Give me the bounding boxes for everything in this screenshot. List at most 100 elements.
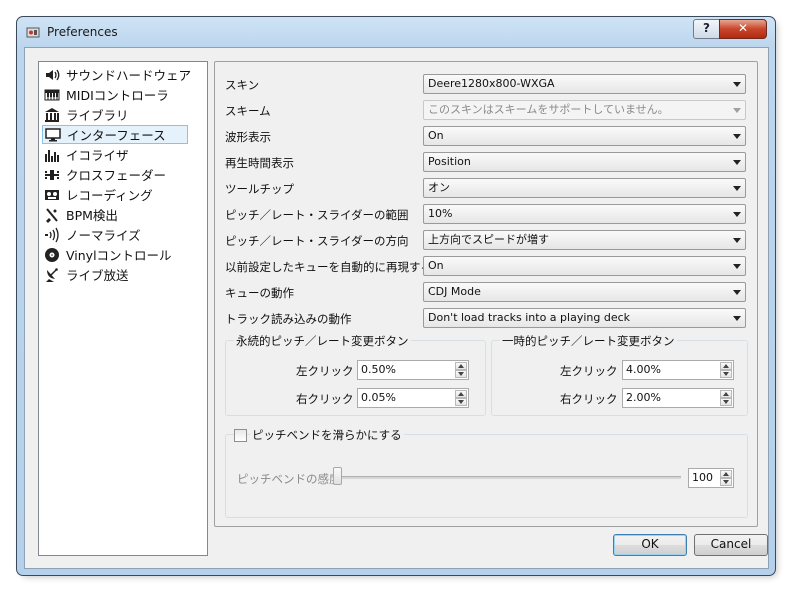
sensitivity-spinbox[interactable]: 100: [688, 468, 734, 488]
spin-down-icon[interactable]: [720, 478, 732, 486]
temporary-right-spinbox[interactable]: 2.00%: [622, 388, 734, 408]
cue-mode-combobox[interactable]: CDJ Mode: [423, 282, 746, 302]
sidebar-item-label: ライブラリ: [66, 108, 129, 123]
smooth-pitchbend-label[interactable]: ピッチベンドを滑らかにする: [250, 427, 404, 443]
spin-down-icon[interactable]: [720, 398, 732, 406]
vinyl-icon: [45, 247, 59, 262]
title-bar[interactable]: Preferences ? ✕: [17, 17, 775, 47]
chevron-down-icon: [733, 134, 741, 139]
group-title: 永続的ピッチ／レート変更ボタン: [234, 333, 411, 349]
tooltips-combobox[interactable]: オン: [423, 178, 746, 198]
window-title: Preferences: [47, 25, 118, 39]
sidebar-item-equalizer[interactable]: イコライザ: [42, 145, 207, 164]
combo-value: Don't load tracks into a playing deck: [428, 311, 631, 324]
spin-up-icon[interactable]: [720, 470, 732, 478]
tooltips-label: ツールチップ: [225, 182, 294, 196]
combo-value: このスキンはスキームをサポートしていません。: [428, 103, 669, 116]
combo-value: 10%: [428, 207, 453, 220]
sidebar-item-label: イコライザ: [66, 148, 129, 163]
combo-value: 上方向でスピードが増す: [428, 233, 549, 246]
spin-value: 4.00%: [626, 363, 661, 376]
combo-value: On: [428, 259, 444, 272]
chevron-down-icon: [733, 212, 741, 217]
chevron-down-icon: [733, 264, 741, 269]
sidebar-item-label: インターフェース: [67, 128, 166, 143]
waveform-display-combobox[interactable]: On: [423, 126, 746, 146]
sidebar-item-label: ノーマライズ: [66, 228, 141, 243]
cue-mode-label: キューの動作: [225, 286, 294, 300]
permanent-right-spinbox[interactable]: 0.05%: [357, 388, 469, 408]
sidebar-item-label: MIDIコントローラ: [66, 88, 169, 103]
library-icon: [45, 107, 59, 122]
playtime-display-label: 再生時間表示: [225, 156, 294, 170]
combo-value: CDJ Mode: [428, 285, 481, 298]
sidebar-item-crossfader[interactable]: クロスフェーダー: [42, 165, 207, 184]
category-sidebar[interactable]: サウンドハードウェア MIDIコントローラ ライブラリ インターフェース イコラ…: [38, 61, 208, 556]
spin-down-icon[interactable]: [455, 398, 467, 406]
waveform-display-label: 波形表示: [225, 130, 271, 144]
equalizer-icon: [45, 149, 59, 162]
ok-button[interactable]: OK: [613, 534, 687, 556]
spin-up-icon[interactable]: [455, 362, 467, 370]
chevron-down-icon: [733, 82, 741, 87]
pitch-range-label: ピッチ／レート・スライダーの範囲: [225, 208, 409, 222]
spin-down-icon[interactable]: [455, 370, 467, 378]
spin-value: 100: [692, 471, 713, 484]
speaker-icon: [46, 69, 60, 80]
sensitivity-slider-track[interactable]: [336, 476, 681, 479]
spin-up-icon[interactable]: [455, 390, 467, 398]
left-click-label: 左クリック: [296, 364, 354, 378]
sidebar-item-sound-hardware[interactable]: サウンドハードウェア: [42, 65, 207, 84]
cancel-button[interactable]: Cancel: [694, 534, 768, 556]
chevron-down-icon: [733, 238, 741, 243]
skin-combobox[interactable]: Deere1280x800-WXGA: [423, 74, 746, 94]
dialog-client: サウンドハードウェア MIDIコントローラ ライブラリ インターフェース イコラ…: [24, 47, 769, 569]
right-click-label: 右クリック: [296, 392, 354, 406]
pitch-direction-label: ピッチ／レート・スライダーの方向: [225, 234, 409, 248]
pitch-range-combobox[interactable]: 10%: [423, 204, 746, 224]
sidebar-item-midi-controller[interactable]: MIDIコントローラ: [42, 85, 207, 104]
spin-up-icon[interactable]: [720, 390, 732, 398]
sidebar-item-label: Vinylコントロール: [66, 248, 172, 263]
scheme-combobox: このスキンはスキームをサポートしていません。: [423, 100, 746, 120]
skin-label: スキン: [225, 78, 260, 92]
help-button[interactable]: ?: [693, 19, 720, 39]
sidebar-item-bpm-detection[interactable]: BPM検出: [42, 205, 207, 224]
sidebar-item-label: BPM検出: [66, 208, 118, 223]
spin-value: 0.50%: [361, 363, 396, 376]
chevron-down-icon: [733, 316, 741, 321]
combo-value: オン: [428, 181, 450, 194]
spin-value: 2.00%: [626, 391, 661, 404]
chevron-down-icon: [733, 108, 741, 113]
close-button[interactable]: ✕: [719, 19, 767, 39]
temporary-pitch-group: 一時的ピッチ／レート変更ボタン 左クリック 4.00% 右クリック 2.00%: [491, 333, 748, 416]
sidebar-item-vinyl-control[interactable]: Vinylコントロール: [42, 245, 207, 264]
sidebar-item-library[interactable]: ライブラリ: [42, 105, 207, 124]
cue-recall-combobox[interactable]: On: [423, 256, 746, 276]
metronome-icon: [46, 207, 58, 223]
pitch-direction-combobox[interactable]: 上方向でスピードが増す: [423, 230, 746, 250]
playtime-display-combobox[interactable]: Position: [423, 152, 746, 172]
temporary-left-spinbox[interactable]: 4.00%: [622, 360, 734, 380]
combo-value: On: [428, 129, 444, 142]
preferences-window: Preferences ? ✕ サウンドハードウェア MIDIコントローラ ライ…: [16, 16, 776, 576]
sidebar-item-label: クロスフェーダー: [66, 168, 167, 183]
sidebar-item-label: サウンドハードウェア: [66, 68, 192, 83]
sidebar-item-live-broadcast[interactable]: ライブ放送: [42, 265, 207, 284]
spin-down-icon[interactable]: [720, 370, 732, 378]
sidebar-item-label: ライブ放送: [66, 268, 129, 283]
chevron-down-icon: [733, 290, 741, 295]
track-load-combobox[interactable]: Don't load tracks into a playing deck: [423, 308, 746, 328]
sidebar-item-normalize[interactable]: ノーマライズ: [42, 225, 207, 244]
sidebar-item-interface[interactable]: インターフェース: [42, 125, 188, 144]
permanent-left-spinbox[interactable]: 0.50%: [357, 360, 469, 380]
chevron-down-icon: [733, 160, 741, 165]
sensitivity-slider-handle[interactable]: [333, 467, 342, 485]
crossfader-icon: [45, 169, 59, 180]
midi-keyboard-icon: [44, 89, 60, 100]
sidebar-item-recording[interactable]: レコーディング: [42, 185, 207, 204]
smooth-pitchbend-checkbox[interactable]: [234, 429, 247, 442]
pitchbend-group: ピッチベンドを滑らかにする ピッチベンドの感度 100: [225, 427, 748, 518]
spin-up-icon[interactable]: [720, 362, 732, 370]
chevron-down-icon: [733, 186, 741, 191]
